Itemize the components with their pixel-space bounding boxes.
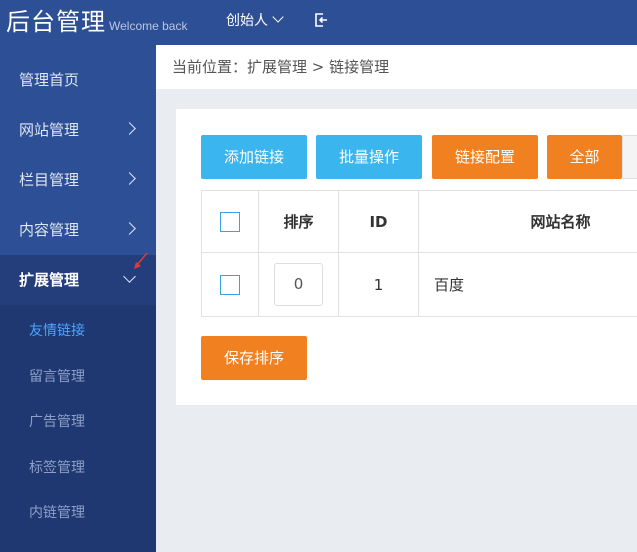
row-sort-cell: 0	[259, 253, 339, 316]
header-sort: 排序	[259, 191, 339, 252]
row-site-name: 百度	[434, 276, 465, 294]
sidebar-item-content[interactable]: 内容管理	[0, 205, 156, 255]
header-checkbox-cell	[202, 191, 259, 252]
row-checkbox-cell	[202, 253, 259, 316]
chevron-down-icon	[123, 270, 136, 283]
red-arrow-icon	[134, 252, 148, 269]
chevron-down-icon	[272, 11, 284, 23]
submenu-item-tags[interactable]: 标签管理	[29, 457, 85, 477]
sidebar-item-label: 栏目管理	[19, 171, 80, 189]
table-row: 0 1 百度	[202, 253, 637, 317]
user-menu[interactable]: 创始人	[226, 11, 284, 31]
row-id: 1	[339, 253, 419, 316]
submenu-item-internal-links[interactable]: 内链管理	[29, 502, 85, 522]
filter-more-button[interactable]	[622, 135, 637, 179]
row-checkbox[interactable]	[220, 274, 240, 295]
filter-all-button[interactable]: 全部	[547, 135, 622, 179]
table-header-row: 排序 ID 网站名称	[202, 191, 637, 253]
link-config-button[interactable]: 链接配置	[432, 135, 538, 179]
sidebar-item-home[interactable]: 管理首页	[0, 55, 156, 105]
links-table: 排序 ID 网站名称 0 1 百度	[201, 190, 637, 317]
submenu-item-messages[interactable]: 留言管理	[29, 366, 85, 386]
submenu-item-links[interactable]: 友情链接	[29, 320, 85, 340]
top-bar: 后台管理 Welcome back 创始人	[0, 0, 637, 45]
sidebar-item-label: 内容管理	[19, 221, 80, 239]
select-all-checkbox[interactable]	[220, 211, 240, 232]
breadcrumb: 当前位置：扩展管理 > 链接管理	[156, 45, 637, 89]
sidebar-item-label: 管理首页	[19, 71, 80, 89]
sidebar-item-site[interactable]: 网站管理	[0, 105, 156, 155]
batch-action-button[interactable]: 批量操作	[316, 135, 422, 179]
submenu-item-ads[interactable]: 广告管理	[29, 411, 85, 431]
logo: 后台管理	[6, 8, 106, 36]
sidebar-submenu: 友情链接 留言管理 广告管理 标签管理 内链管理	[0, 305, 156, 552]
add-link-button[interactable]: 添加链接	[201, 135, 307, 179]
chevron-right-icon	[123, 222, 136, 235]
logout-icon[interactable]	[313, 12, 329, 28]
save-sort-button[interactable]: 保存排序	[201, 336, 307, 380]
header-id: ID	[339, 191, 419, 252]
chevron-right-icon	[123, 122, 136, 135]
sort-input[interactable]: 0	[274, 263, 323, 306]
content-panel: 添加链接 批量操作 链接配置 全部 排序 ID 网站名称 0 1 百度 保存排序	[176, 109, 637, 405]
sidebar-item-label: 网站管理	[19, 121, 80, 139]
user-name: 创始人	[226, 13, 268, 29]
sidebar-item-columns[interactable]: 栏目管理	[0, 155, 156, 205]
header-site-name: 网站名称	[530, 213, 591, 231]
chevron-right-icon	[123, 172, 136, 185]
welcome-text: Welcome back	[109, 19, 188, 33]
sidebar-item-label: 扩展管理	[19, 271, 80, 289]
